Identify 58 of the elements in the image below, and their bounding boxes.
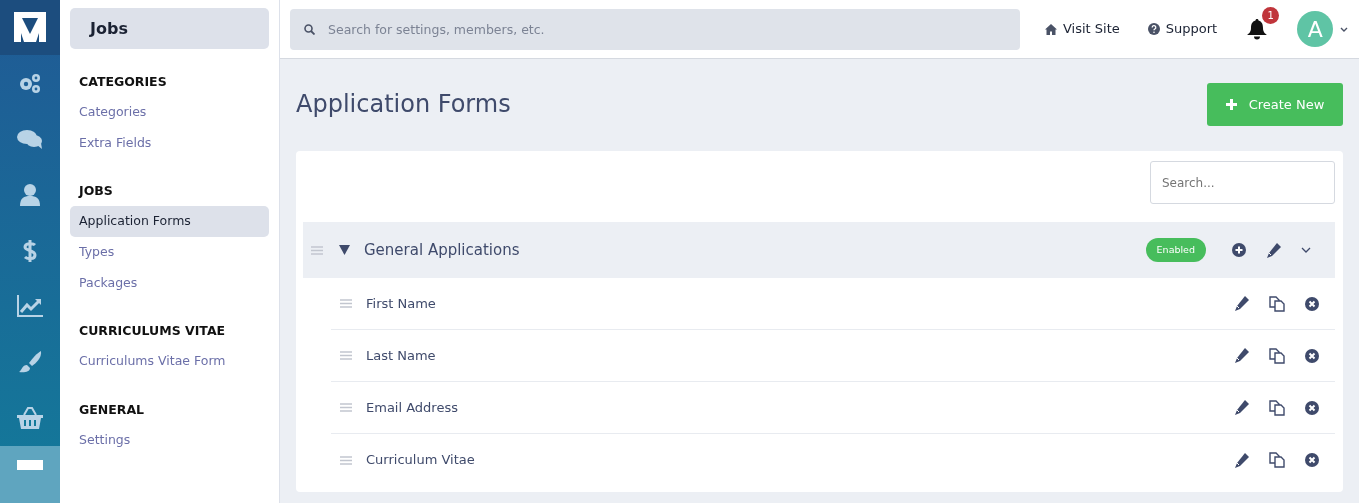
status-badge: Enabled [1145,237,1206,263]
sidebar-link[interactable]: Packages [70,267,269,299]
edit-icon[interactable] [1266,242,1281,258]
search-field[interactable]: Search for settings, members, etc. [290,8,1020,50]
basket-icon[interactable] [17,407,43,430]
delete-icon[interactable] [1305,400,1319,415]
field-label: First Name [366,294,436,313]
nav-link[interactable]: Support [1147,19,1218,39]
collapse-triangle-icon[interactable] [339,245,350,255]
help-icon [1147,23,1160,35]
edit-icon[interactable] [1234,348,1249,363]
copy-icon[interactable] [1269,347,1285,364]
delete-icon[interactable] [1305,348,1319,363]
sidebar-link[interactable]: Extra Fields [70,127,269,159]
sidebar-title: Jobs [70,8,269,49]
field-label: Last Name [366,346,436,365]
section-heading: JOBS [77,182,114,201]
dollar-icon[interactable] [23,238,37,263]
page-title: Application Forms [296,90,511,119]
home-icon [1045,23,1057,35]
caret-icon[interactable] [1340,26,1349,32]
drag-handle-icon[interactable] [340,403,352,412]
copy-icon[interactable] [1269,452,1285,468]
plus-icon [1225,99,1237,110]
brush-icon[interactable] [18,350,42,375]
bell-icon[interactable] [1247,19,1268,40]
chevron-icon[interactable] [1301,247,1311,253]
edit-icon[interactable] [1234,452,1249,468]
sidebar-link[interactable]: Categories [70,96,269,128]
user-icon[interactable] [20,183,40,206]
sidebar-link[interactable]: Types [70,236,269,268]
copy-icon[interactable] [1269,399,1285,416]
delete-icon[interactable] [1305,453,1319,467]
copy-icon[interactable] [1269,295,1285,312]
field-label: Email Address [366,398,458,417]
drag-handle-icon[interactable] [340,351,352,360]
chart-icon[interactable] [17,295,43,318]
search-field[interactable]: Search... [1150,161,1335,204]
drag-handle-icon[interactable] [311,245,323,255]
group-name: General Applications [364,239,520,261]
section-heading: CURRICULUMS VITAE [78,322,227,341]
section-heading: GENERAL [78,400,146,419]
notification-badge: 1 [1262,7,1280,24]
field-label: Curriculum Vitae [366,451,475,470]
sidebar-link[interactable]: Curriculums Vitae Form [70,346,269,377]
delete-icon[interactable] [1305,296,1319,311]
drag-handle-icon[interactable] [340,455,352,465]
chat-icon[interactable] [17,128,43,149]
nav-link[interactable]: Visit Site [1045,19,1120,39]
logo-icon[interactable] [14,12,46,43]
drag-handle-icon[interactable] [340,299,352,308]
edit-icon[interactable] [1234,400,1249,415]
sidebar-link[interactable]: Settings [70,424,269,456]
rail-item[interactable] [0,446,60,503]
section-heading: CATEGORIES [78,73,168,91]
sidebar-link[interactable]: Application Forms [70,206,269,237]
add-icon[interactable] [1232,243,1246,257]
edit-icon[interactable] [1234,296,1249,311]
